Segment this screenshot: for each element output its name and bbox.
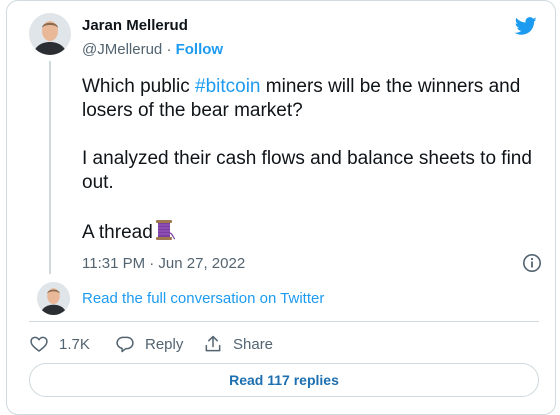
- hashtag-link[interactable]: #bitcoin: [195, 76, 261, 97]
- read-replies-button[interactable]: Read 117 replies: [29, 363, 539, 397]
- reply-label: Reply: [145, 335, 184, 353]
- tweet-text: Which public #bitcoin miners will be the…: [82, 75, 542, 245]
- author-name[interactable]: Jaran Mellerud: [82, 17, 188, 34]
- tweet-paragraph-2: I analyzed their cash flows and balance …: [82, 148, 532, 193]
- share-label: Share: [233, 335, 274, 353]
- author-handle[interactable]: @JMellerud: [82, 41, 162, 58]
- like-count: 1.7K: [59, 335, 90, 353]
- heart-icon: [30, 336, 48, 352]
- tweet-paragraph-3: A thread: [82, 219, 542, 245]
- author-avatar[interactable]: [29, 13, 71, 55]
- like-button[interactable]: 1.7K: [29, 333, 90, 355]
- author-meta: @JMellerud · Follow: [82, 41, 223, 58]
- divider: [29, 321, 539, 322]
- tweet-paragraph-1: Which public #bitcoin miners will be the…: [82, 76, 521, 121]
- tweet-card: Jaran Mellerud @JMellerud · Follow Which…: [6, 0, 556, 415]
- thread-line: [49, 61, 51, 274]
- read-conversation-link[interactable]: Read the full conversation on Twitter: [82, 290, 324, 307]
- reply-bubble-icon: [116, 336, 134, 353]
- conversation-avatar[interactable]: [37, 282, 70, 315]
- tweet-timestamp[interactable]: 11:31 PM · Jun 27, 2022: [82, 255, 245, 272]
- twitter-bird-icon[interactable]: [513, 15, 539, 37]
- follow-button[interactable]: Follow: [176, 41, 224, 58]
- share-icon: [205, 335, 221, 352]
- thread-spool-emoji: [155, 220, 175, 240]
- reply-button[interactable]: Reply: [115, 333, 183, 355]
- info-icon[interactable]: [522, 253, 542, 273]
- meta-separator: ·: [166, 41, 172, 58]
- share-button[interactable]: Share: [203, 333, 273, 355]
